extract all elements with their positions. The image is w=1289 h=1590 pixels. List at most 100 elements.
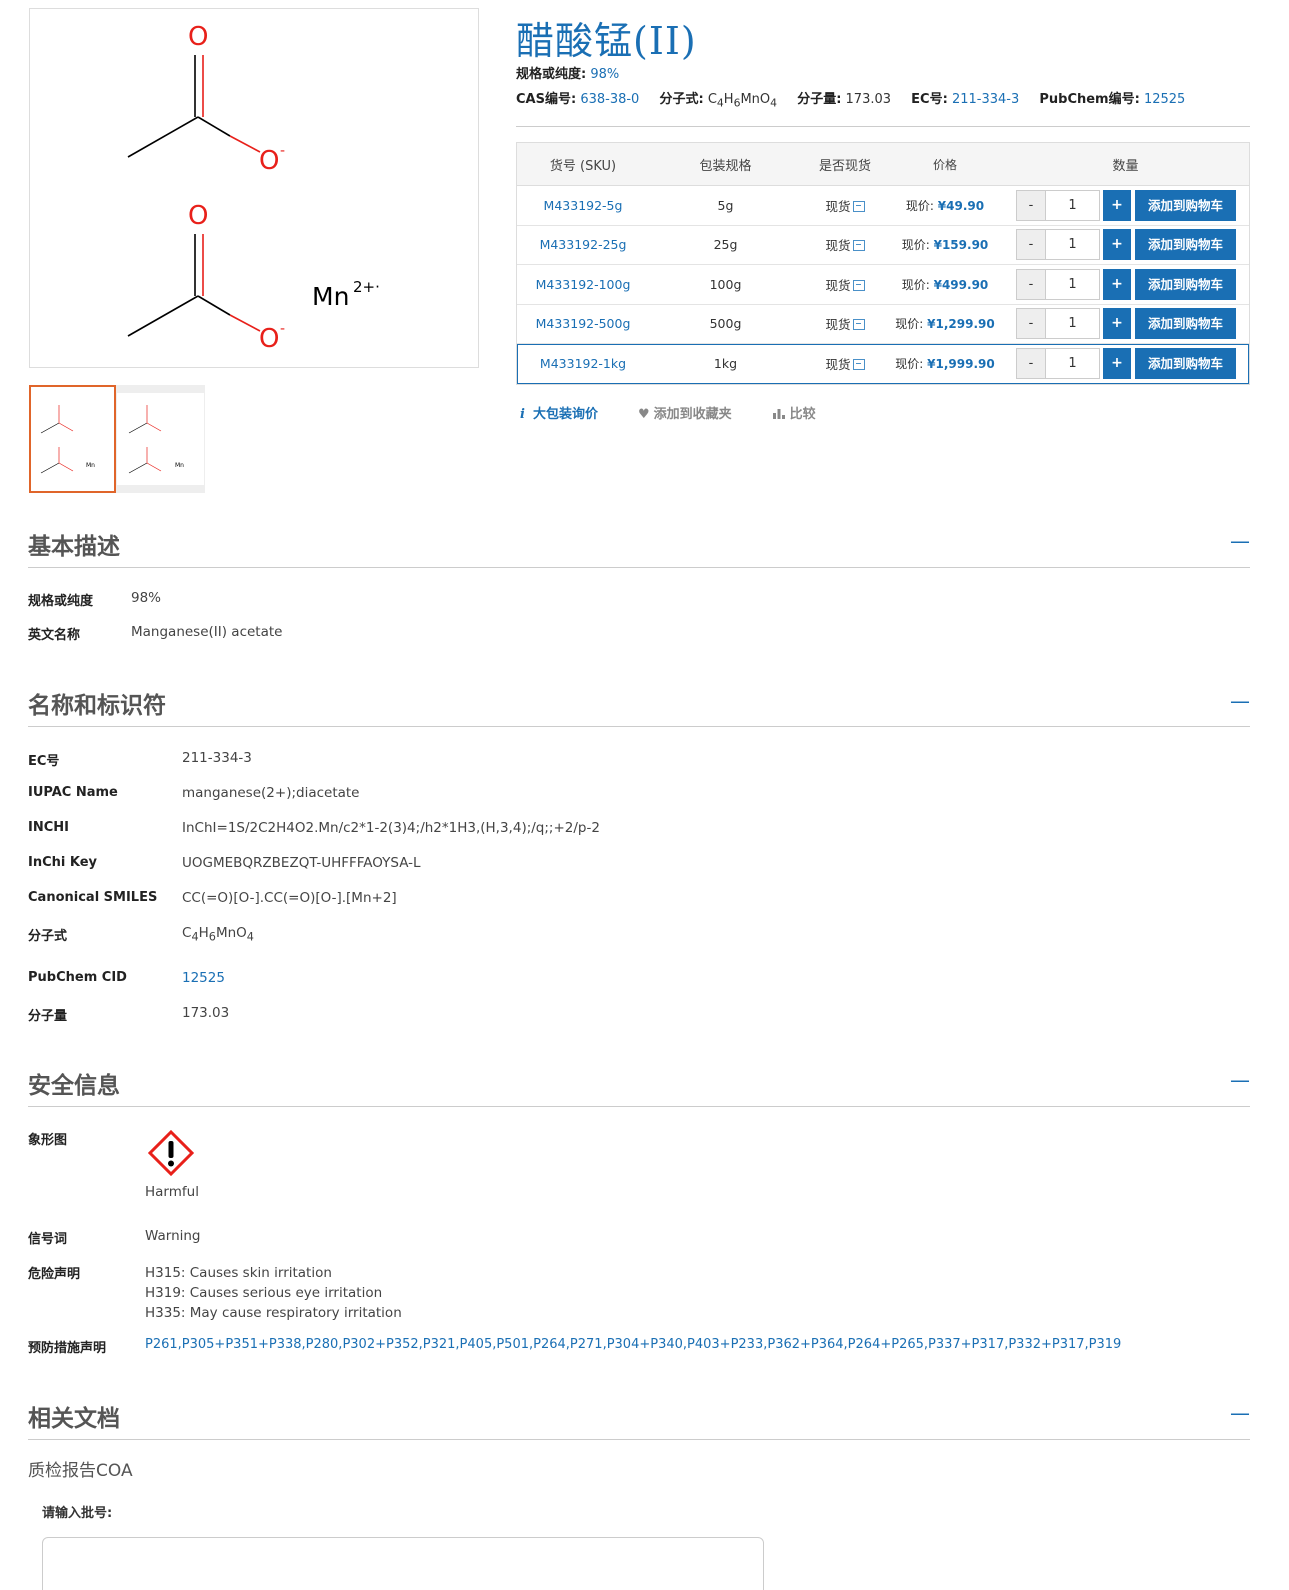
qty-decrease-button[interactable]: - — [1016, 348, 1046, 380]
qty-input[interactable]: 1 — [1046, 348, 1100, 380]
divider — [516, 126, 1250, 127]
compare-label: 比较 — [789, 407, 816, 422]
pictogram-name: Harmful — [145, 1184, 199, 1200]
sku-row: M433192-500g 500g 现货 现价: ¥1,299.90 - 1 +… — [517, 305, 1249, 344]
collapse-toggle-basic[interactable]: — — [1230, 529, 1250, 553]
pubchem-link[interactable]: 12525 — [1144, 92, 1185, 107]
pack-size: 25g — [713, 237, 738, 253]
price-value: ¥499.90 — [933, 277, 989, 292]
precaution-link[interactable]: P261,P305+P351+P338,P280,P302+P352,P321,… — [145, 1337, 1121, 1352]
spec-value: 98% — [131, 590, 162, 606]
pack-size: 500g — [709, 316, 742, 332]
pack-size: 1kg — [713, 356, 738, 372]
manganese-charge: 2+· — [353, 278, 380, 296]
bulk-inquiry-link[interactable]: i 大包装询价 — [520, 403, 598, 422]
stock-info-icon[interactable] — [852, 279, 865, 291]
stock-info-icon[interactable] — [852, 319, 865, 331]
price-label: 现价: — [901, 238, 930, 253]
header-qty: 数量 — [1112, 158, 1139, 174]
qty-input[interactable]: 1 — [1046, 268, 1100, 300]
pubchem-link[interactable]: 12525 — [182, 970, 225, 986]
inchikey-label: InChi Key — [28, 855, 98, 870]
sku-row: M433192-5g 5g 现货 现价: ¥49.90 - 1 + 添加到购物车 — [517, 186, 1249, 226]
pictogram-label: 象形图 — [28, 1133, 68, 1148]
sku-row: M433192-1kg 1kg 现货 现价: ¥1,999.90 - 1 + 添… — [517, 344, 1249, 384]
thumbnail-strip: Mn Mn — [29, 385, 205, 493]
product-actions: i 大包装询价 ♥ 添加到收藏夹 比较 — [520, 403, 816, 422]
section-title-safety: 安全信息 — [28, 1073, 120, 1099]
stock-status: 现货 — [825, 238, 851, 254]
coa-title: 质检报告COA — [28, 1461, 133, 1481]
charge-label: - — [280, 143, 285, 159]
add-to-cart-button[interactable]: 添加到购物车 — [1135, 268, 1236, 300]
sku-link[interactable]: M433192-25g — [540, 237, 627, 252]
qty-decrease-button[interactable]: - — [1016, 308, 1046, 340]
stock-status: 现货 — [825, 317, 851, 333]
stock-info-icon[interactable] — [852, 200, 865, 212]
product-meta: CAS编号: 638-38-0 分子式: C4H6MnO4 分子量: 173.0… — [516, 88, 1201, 110]
oxygen-label: O — [188, 22, 208, 52]
mw-label: 分子量: — [797, 92, 842, 107]
sku-link[interactable]: M433192-5g — [544, 198, 623, 213]
add-to-cart-button[interactable]: 添加到购物车 — [1135, 308, 1236, 340]
batch-number-label: 请输入批号: — [42, 1506, 113, 1521]
thumbnail-2[interactable]: Mn — [117, 385, 204, 493]
ec-link[interactable]: 211-334-3 — [952, 92, 1019, 107]
collapse-toggle-safety[interactable]: — — [1230, 1068, 1250, 1092]
collapse-toggle-documents[interactable]: — — [1230, 1401, 1250, 1425]
oxygen-label: O — [188, 201, 208, 231]
sku-link[interactable]: M433192-1kg — [540, 356, 626, 371]
batch-number-input[interactable] — [42, 1537, 764, 1590]
spec-label: 规格或纯度 — [28, 594, 94, 609]
thumbnail-1[interactable]: Mn — [29, 385, 116, 493]
qty-increase-button[interactable]: + — [1103, 348, 1131, 380]
hazard-statement: H315: Causes skin irritation — [145, 1265, 332, 1281]
pubchem-label: PubChem编号: — [1039, 92, 1140, 107]
qty-decrease-button[interactable]: - — [1016, 268, 1046, 300]
qty-increase-button[interactable]: + — [1103, 308, 1131, 340]
qty-input[interactable]: 1 — [1046, 189, 1100, 221]
ec-label: EC号: — [911, 92, 948, 107]
add-favorite-link[interactable]: ♥ 添加到收藏夹 — [638, 403, 732, 422]
formula-value: C4H6MnO4 — [707, 92, 778, 110]
heart-icon: ♥ — [637, 407, 650, 422]
spec-value: 98% — [590, 67, 620, 82]
qty-increase-button[interactable]: + — [1103, 268, 1131, 300]
compare-link[interactable]: 比较 — [772, 403, 816, 422]
sku-link[interactable]: M433192-100g — [536, 277, 631, 292]
qty-increase-button[interactable]: + — [1103, 189, 1131, 221]
mw-value: 173.03 — [845, 92, 892, 107]
header-sku: 货号 (SKU) — [549, 158, 617, 174]
stock-status: 现货 — [825, 198, 851, 214]
oxygen-anion-label: O — [259, 146, 279, 176]
sku-table: 货号 (SKU) 包装规格 是否现货 价格 数量 M433192-5g 5g 现… — [516, 142, 1250, 385]
formula-label: 分子式: — [659, 92, 704, 107]
add-to-cart-button[interactable]: 添加到购物车 — [1135, 189, 1236, 221]
qty-input[interactable]: 1 — [1046, 308, 1100, 340]
price-value: ¥1,999.90 — [927, 357, 995, 372]
price-label: 现价: — [901, 277, 930, 292]
smiles-value: CC(=O)[O-].CC(=O)[O-].[Mn+2] — [182, 890, 397, 906]
section-title-identifiers: 名称和标识符 — [28, 693, 166, 719]
add-to-cart-button[interactable]: 添加到购物车 — [1135, 229, 1236, 261]
qty-decrease-button[interactable]: - — [1016, 189, 1046, 221]
hazard-statement: H319: Causes serious eye irritation — [145, 1285, 383, 1301]
divider — [28, 1439, 1250, 1440]
stock-status: 现货 — [825, 357, 851, 373]
header-stock: 是否现货 — [818, 158, 871, 174]
qty-input[interactable]: 1 — [1046, 229, 1100, 261]
manganese-label: Mn — [86, 462, 95, 469]
sku-link[interactable]: M433192-500g — [536, 316, 631, 331]
stock-status: 现货 — [825, 277, 851, 293]
qty-decrease-button[interactable]: - — [1016, 229, 1046, 261]
pubchem-label: PubChem CID — [28, 970, 127, 985]
qty-increase-button[interactable]: + — [1103, 229, 1131, 261]
english-name-value: Manganese(II) acetate — [131, 624, 283, 640]
signal-word-label: 信号词 — [28, 1232, 68, 1247]
stock-info-icon[interactable] — [852, 240, 865, 252]
collapse-toggle-identifiers[interactable]: — — [1230, 689, 1250, 713]
add-to-cart-button[interactable]: 添加到购物车 — [1135, 348, 1236, 380]
stock-info-icon[interactable] — [852, 359, 865, 371]
cas-link[interactable]: 638-38-0 — [580, 92, 639, 107]
sku-table-header: 货号 (SKU) 包装规格 是否现货 价格 数量 — [517, 143, 1249, 186]
